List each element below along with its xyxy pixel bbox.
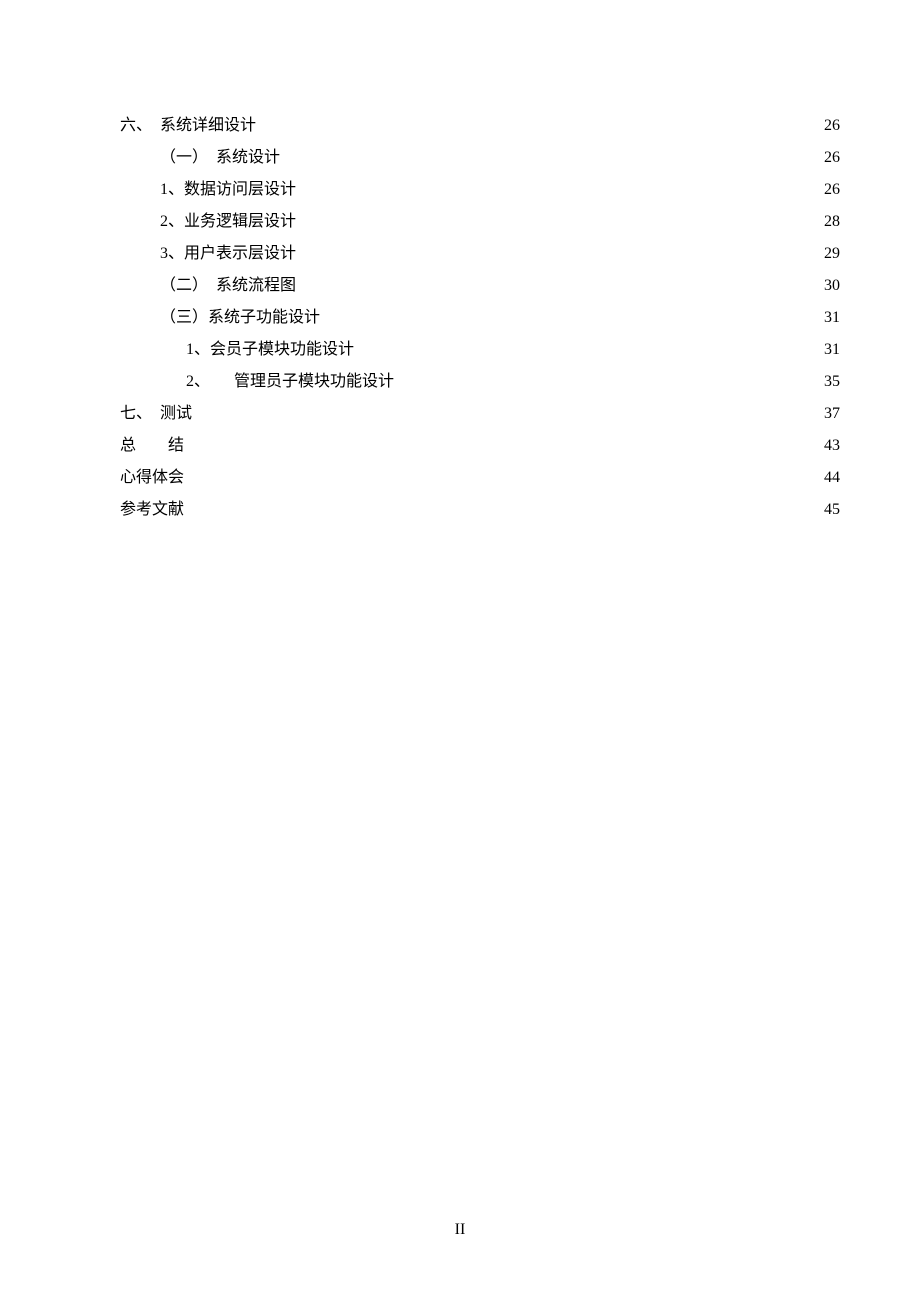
- toc-entry: 3、用户表示层设计 29: [120, 238, 840, 270]
- toc-entry: 2、 管理员子模块功能设计 35: [120, 366, 840, 398]
- toc-entry: 总 结 43: [120, 430, 840, 462]
- toc-entry-page: 29: [820, 238, 840, 270]
- toc-entry: 参考文献 45: [120, 494, 840, 526]
- toc-entry: 1、数据访问层设计 26: [120, 174, 840, 206]
- toc-entry-page: 45: [820, 494, 840, 526]
- toc-entry-title: 3、用户表示层设计: [160, 238, 296, 270]
- toc-entry: （一） 系统设计 26: [120, 142, 840, 174]
- toc-entry: 心得体会 44: [120, 462, 840, 494]
- toc-entry-page: 26: [820, 142, 840, 174]
- toc-entry: 七、 测试 37: [120, 398, 840, 430]
- toc-entry-title: （一） 系统设计: [160, 142, 280, 174]
- toc-entry-page: 31: [820, 334, 840, 366]
- toc-entry-title: （二） 系统流程图: [160, 270, 296, 302]
- toc-entry-title: 1、数据访问层设计: [160, 174, 296, 206]
- toc-entry-title: 1、会员子模块功能设计: [186, 334, 354, 366]
- toc-entry-title: 参考文献: [120, 494, 184, 526]
- toc-entry-page: 35: [820, 366, 840, 398]
- toc-entry-page: 30: [820, 270, 840, 302]
- toc-entry: 2、业务逻辑层设计 28: [120, 206, 840, 238]
- toc-entry: 六、 系统详细设计 26: [120, 110, 840, 142]
- toc-entry-page: 26: [820, 174, 840, 206]
- toc-entry-page: 31: [820, 302, 840, 334]
- toc-entry: （三）系统子功能设计 31: [120, 302, 840, 334]
- toc-entry-title: 六、 系统详细设计: [120, 110, 256, 142]
- toc-entry: （二） 系统流程图 30: [120, 270, 840, 302]
- toc-entry-title: 总 结: [120, 430, 184, 462]
- page-number: II: [0, 1214, 920, 1246]
- toc-entry-page: 28: [820, 206, 840, 238]
- toc-entry-page: 37: [820, 398, 840, 430]
- toc-entry: 1、会员子模块功能设计 31: [120, 334, 840, 366]
- table-of-contents: 六、 系统详细设计26（一） 系统设计261、数据访问层设计262、业务逻辑层设…: [120, 110, 840, 526]
- toc-entry-title: 2、业务逻辑层设计: [160, 206, 296, 238]
- toc-entry-page: 43: [820, 430, 840, 462]
- toc-entry-page: 44: [820, 462, 840, 494]
- page-number-label: II: [455, 1221, 466, 1238]
- toc-entry-page: 26: [820, 110, 840, 142]
- toc-entry-title: （三）系统子功能设计: [160, 302, 320, 334]
- toc-entry-title: 2、 管理员子模块功能设计: [186, 366, 394, 398]
- document-page: 六、 系统详细设计26（一） 系统设计261、数据访问层设计262、业务逻辑层设…: [0, 0, 920, 1302]
- toc-entry-title: 心得体会: [120, 462, 184, 494]
- toc-entry-title: 七、 测试: [120, 398, 192, 430]
